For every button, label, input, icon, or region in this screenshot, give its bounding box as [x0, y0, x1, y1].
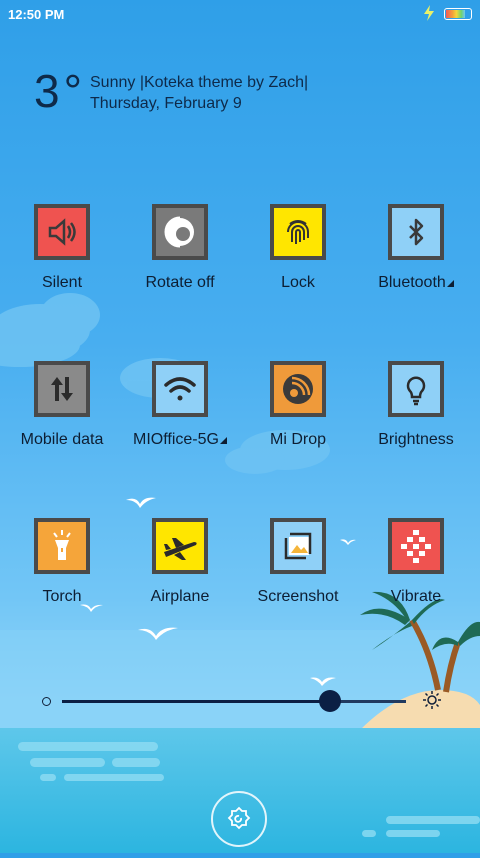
toggle-label: Screenshot	[257, 588, 339, 605]
screenshot-icon	[284, 532, 312, 560]
toggle-brightness[interactable]: Brightness	[358, 361, 474, 481]
toggle-label-text: MIOffice-5G	[133, 431, 219, 448]
torch-icon	[53, 530, 71, 560]
bulb-icon	[406, 376, 426, 406]
battery-icon	[444, 8, 472, 20]
settings-gear-icon	[227, 806, 251, 830]
toggle-label-text: Bluetooth	[378, 274, 446, 291]
toggle-icon-box	[388, 361, 444, 417]
toggle-icon-box	[270, 518, 326, 574]
toggle-label: Vibrate	[390, 588, 442, 605]
toggle-label: Brightness	[378, 431, 454, 448]
toggle-icon-box	[270, 204, 326, 260]
vibrate-icon	[401, 530, 431, 563]
submenu-indicator-icon	[446, 280, 454, 287]
slider-thumb[interactable]	[319, 690, 342, 712]
brightness-low-icon	[42, 697, 51, 706]
toggle-icon-box	[388, 518, 444, 574]
toggle-silent[interactable]: Silent	[4, 204, 120, 324]
submenu-indicator-icon	[219, 437, 227, 444]
toggle-label: Bluetooth	[350, 274, 480, 292]
toggle-vibrate[interactable]: Vibrate	[358, 518, 474, 638]
rotate-icon	[164, 216, 194, 248]
toggle-mi-drop[interactable]: Mi Drop	[240, 361, 356, 481]
brightness-high-icon	[423, 691, 441, 709]
settings-button[interactable]	[211, 791, 267, 847]
toggle-screenshot[interactable]: Screenshot	[240, 518, 356, 638]
toggle-icon-box	[388, 204, 444, 260]
fingerprint-icon	[287, 220, 309, 244]
weather-condition: Sunny |Koteka theme by Zach|	[90, 74, 309, 91]
charging-icon	[424, 5, 434, 21]
toggle-torch[interactable]: Torch	[4, 518, 120, 638]
toggle-label: Mobile data	[20, 431, 104, 448]
battery-level	[446, 10, 465, 18]
speaker-icon	[48, 218, 76, 246]
toggle-icon-box	[34, 361, 90, 417]
toggle-label: Silent	[41, 274, 83, 291]
toggle-icon-box	[152, 204, 208, 260]
mobile-data-icon	[51, 377, 73, 401]
toggle-mobile-data[interactable]: Mobile data	[4, 361, 120, 481]
status-bar: 12:50 PM	[0, 0, 480, 28]
toggle-label: Airplane	[150, 588, 210, 605]
toggle-wifi[interactable]: MIOffice-5G	[122, 361, 238, 481]
toggle-rotate[interactable]: Rotate off	[122, 204, 238, 324]
toggle-label: Torch	[42, 588, 82, 605]
mi-drop-icon	[283, 374, 313, 404]
toggle-label: MIOffice-5G	[114, 431, 246, 449]
weather-temperature: 3°	[34, 65, 86, 117]
brightness-slider[interactable]	[36, 684, 446, 718]
toggle-label: Rotate off	[145, 274, 215, 291]
toggle-icon-box	[34, 204, 90, 260]
toggle-icon-box	[152, 361, 208, 417]
toggle-label: Lock	[281, 274, 315, 291]
bluetooth-icon	[409, 218, 424, 246]
toggle-lock[interactable]: Lock	[240, 204, 356, 324]
wifi-icon	[164, 377, 196, 401]
toggle-label: Mi Drop	[269, 431, 326, 448]
toggle-icon-box	[270, 361, 326, 417]
airplane-icon	[164, 538, 197, 560]
slider-fill	[62, 700, 331, 703]
toggle-icon-box	[152, 518, 208, 574]
toggle-bluetooth[interactable]: Bluetooth	[358, 204, 474, 324]
toggle-airplane[interactable]: Airplane	[122, 518, 238, 638]
toggle-icon-box	[34, 518, 90, 574]
weather-date: Thursday, February 9	[90, 95, 242, 112]
status-time: 12:50 PM	[8, 7, 65, 22]
